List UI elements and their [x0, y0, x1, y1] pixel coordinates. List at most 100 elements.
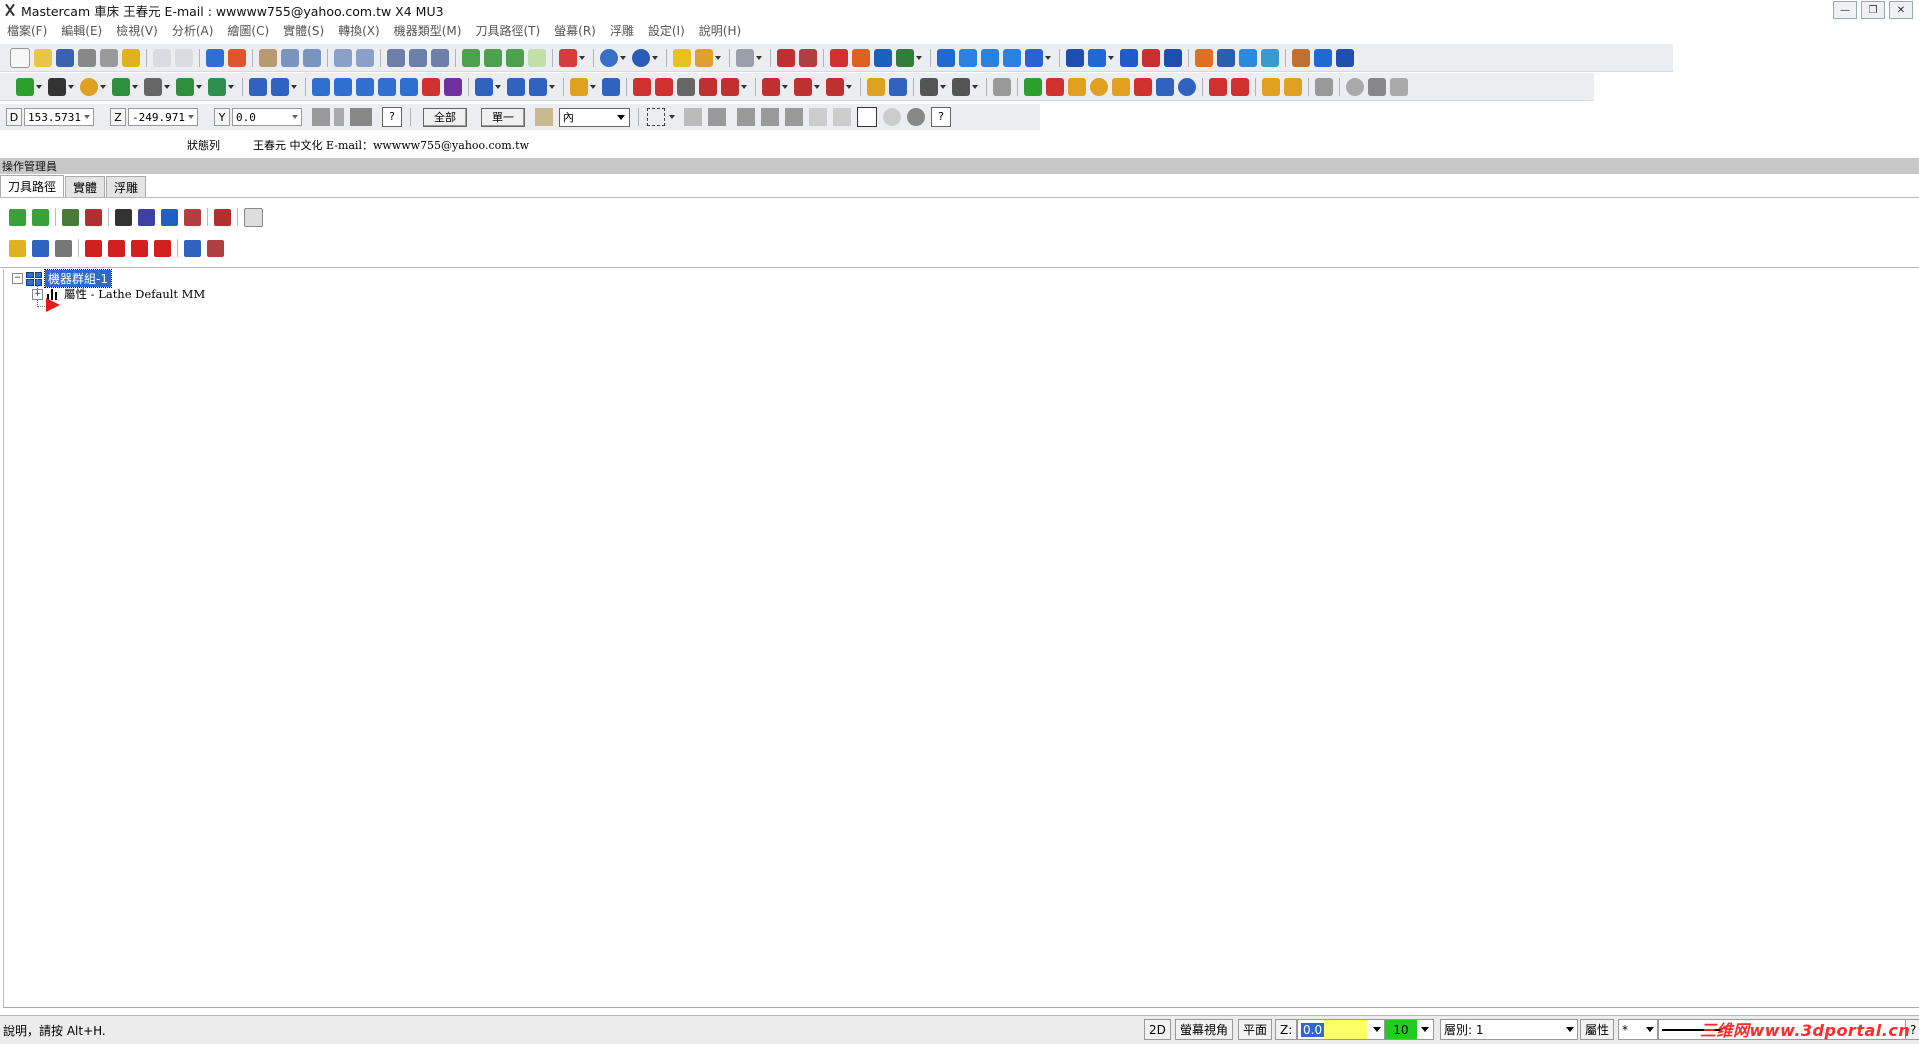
move-after-icon[interactable]	[131, 239, 148, 257]
print-preview-icon[interactable]	[100, 48, 118, 67]
z-depth-input[interactable]: 0.0	[1297, 1019, 1385, 1040]
shaded-sphere-icon[interactable]	[632, 48, 650, 67]
backplot-ops-icon[interactable]	[115, 208, 132, 226]
opmgr-help-icon[interactable]	[244, 207, 263, 227]
sigma-icon[interactable]	[874, 48, 892, 67]
x-coordinate-input[interactable]: 153.5731	[24, 108, 94, 126]
xform-scale-icon[interactable]	[378, 77, 396, 96]
analyze-icon[interactable]	[673, 48, 691, 67]
surface-down-icon[interactable]	[1239, 48, 1257, 67]
surface-grid-icon[interactable]	[1217, 48, 1235, 67]
toolpath-lathe-icon[interactable]	[867, 77, 885, 96]
create-solid-icon[interactable]	[208, 77, 226, 96]
menu-settings[interactable]: 設定(I)	[641, 22, 692, 39]
solid-draft-icon[interactable]	[1142, 48, 1160, 67]
grid-icon[interactable]	[633, 77, 651, 96]
loop-icon[interactable]	[833, 108, 851, 126]
scroll-to-insert-icon[interactable]	[154, 239, 171, 257]
redo-icon[interactable]	[175, 48, 193, 67]
help-question-icon[interactable]: ?	[382, 107, 402, 127]
x-coordinate-label[interactable]: D	[6, 108, 22, 126]
lock-icon[interactable]	[9, 239, 26, 257]
zoom-selected-icon[interactable]	[356, 48, 374, 67]
screen-view-button[interactable]: 螢幕視角	[1175, 1019, 1234, 1040]
join-icon[interactable]	[896, 48, 914, 67]
link-icon[interactable]	[699, 77, 717, 96]
modify-icon[interactable]	[271, 77, 289, 96]
xform-rotate-icon[interactable]	[356, 77, 374, 96]
gview-icon[interactable]	[387, 48, 405, 67]
z-coordinate-label[interactable]: Z	[110, 108, 126, 126]
menu-analyze[interactable]: 分析(A)	[165, 22, 221, 39]
backplot-icon[interactable]	[1390, 77, 1408, 96]
solid-fillet-icon[interactable]	[1025, 48, 1043, 67]
solid-extrude-icon[interactable]	[937, 48, 955, 67]
verify-selection-icon[interactable]	[857, 107, 877, 127]
delete-ops-icon[interactable]	[214, 208, 231, 226]
selection-help-icon[interactable]: ?	[931, 107, 951, 127]
view-front-icon[interactable]	[484, 48, 502, 67]
print-icon[interactable]	[78, 48, 96, 67]
undo-icon[interactable]	[153, 48, 171, 67]
menu-art[interactable]: 浮雕	[603, 22, 641, 39]
z-depth-label[interactable]: Z:	[1275, 1019, 1298, 1040]
create-spline-icon[interactable]	[176, 77, 194, 96]
tree-root-node[interactable]: − 機器群組-1	[12, 269, 112, 288]
collapse-icon[interactable]: −	[12, 273, 23, 284]
open-folder-icon[interactable]	[34, 48, 52, 67]
finish-icon[interactable]	[952, 77, 970, 96]
rows-icon[interactable]	[655, 77, 673, 96]
cutoff-icon[interactable]	[1112, 77, 1130, 96]
groove-icon[interactable]	[1046, 77, 1064, 96]
selection-hand-icon[interactable]	[535, 108, 553, 126]
view-side-icon[interactable]	[506, 48, 524, 67]
surface-icon[interactable]	[1195, 48, 1213, 67]
y-coordinate-label[interactable]: Y	[214, 108, 230, 126]
regen-selected-icon[interactable]	[62, 208, 79, 226]
tab-art[interactable]: 浮雕	[106, 176, 147, 198]
stock-transfer-icon[interactable]	[1315, 77, 1333, 96]
zoom-target-icon[interactable]	[303, 48, 321, 67]
select-all-ops-icon[interactable]	[9, 208, 26, 226]
zoom-window-icon[interactable]	[281, 48, 299, 67]
verify-icon[interactable]	[1368, 77, 1386, 96]
view-top-icon[interactable]	[462, 48, 480, 67]
bracket-icon[interactable]	[677, 77, 695, 96]
plane-button[interactable]: 平面	[1238, 1019, 1273, 1040]
solid-revolve-icon[interactable]	[959, 48, 977, 67]
edge-select-icon[interactable]	[761, 108, 779, 126]
body-select-icon[interactable]	[785, 108, 803, 126]
program-icon[interactable]	[799, 48, 817, 67]
only-display-icon[interactable]	[184, 239, 201, 257]
display-toggle-icon[interactable]	[207, 239, 224, 257]
high-speed-icon[interactable]	[184, 208, 201, 226]
mark-icon[interactable]	[721, 77, 739, 96]
trim-break-icon[interactable]	[249, 77, 267, 96]
add-icon[interactable]	[1024, 77, 1042, 96]
select-all-button[interactable]: 全部	[423, 107, 467, 127]
exclamation-icon[interactable]	[334, 108, 344, 126]
select-dirty-ops-icon[interactable]	[32, 208, 49, 226]
save-icon[interactable]	[56, 48, 74, 67]
solid-trim-icon[interactable]	[1120, 48, 1138, 67]
solid-shell-icon[interactable]	[1066, 48, 1084, 67]
chuck-icon[interactable]	[1209, 77, 1227, 96]
select-single-button[interactable]: 單一	[481, 107, 525, 127]
rough-icon[interactable]	[920, 77, 938, 96]
menu-file[interactable]: 檔案(F)	[0, 22, 54, 39]
new-file-icon[interactable]	[10, 47, 30, 68]
solid-select-icon[interactable]	[708, 108, 726, 126]
drill-icon[interactable]	[1090, 77, 1108, 96]
tool-icon[interactable]	[826, 77, 844, 96]
stock-icon[interactable]	[762, 77, 780, 96]
color-selector[interactable]: 10	[1384, 1019, 1434, 1040]
move-icon[interactable]	[602, 77, 620, 96]
attributes-button[interactable]: 屬性	[1580, 1019, 1615, 1040]
operations-tree[interactable]: − 機器群組-1 + 屬性 - Lathe Default MM	[3, 269, 1919, 1008]
toggle-display-icon[interactable]	[32, 239, 49, 257]
properties-label[interactable]: 屬性 - Lathe Default MM	[64, 286, 205, 302]
analyze-distance-icon[interactable]	[695, 48, 713, 67]
trim-icon[interactable]	[830, 48, 848, 67]
no-icon[interactable]	[1346, 77, 1364, 96]
xform-stretch-icon[interactable]	[444, 77, 462, 96]
